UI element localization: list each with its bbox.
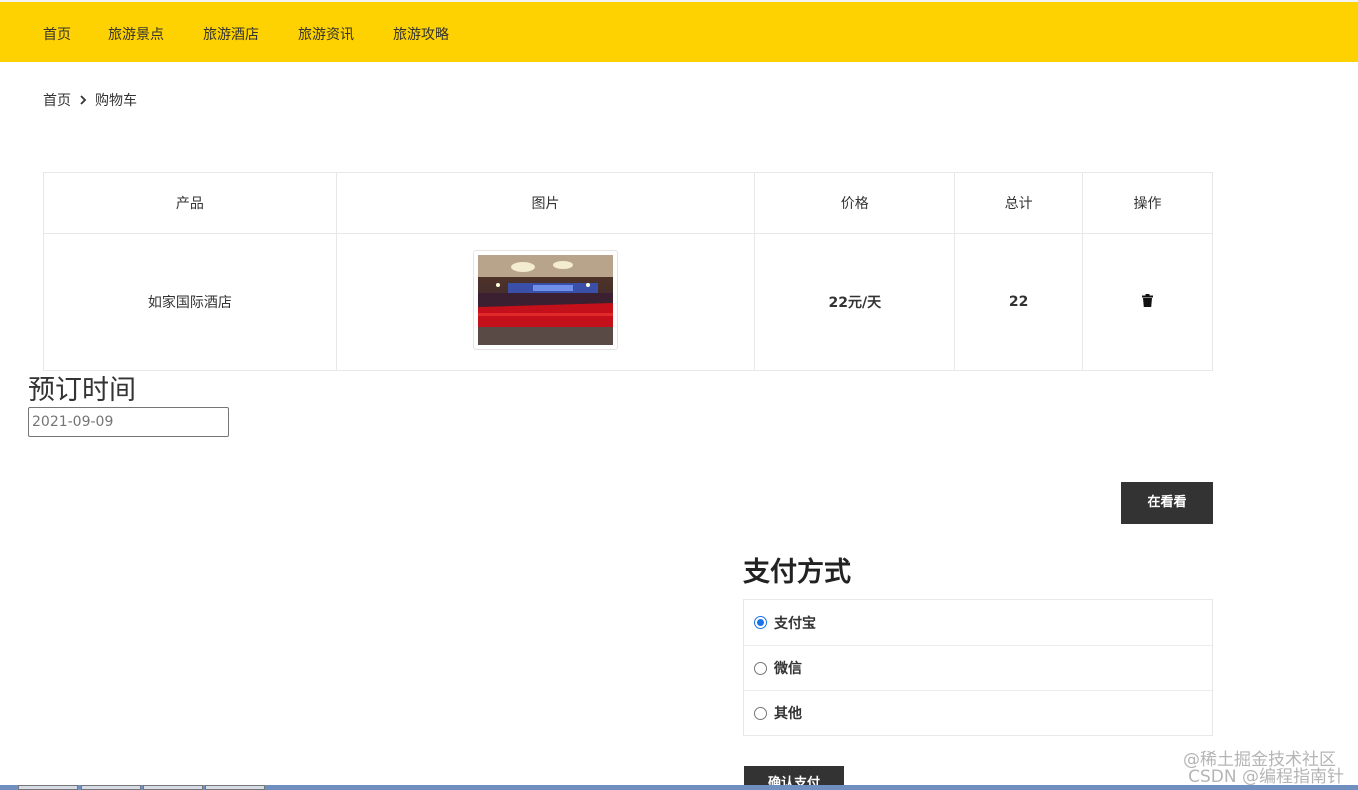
product-total: 22 — [954, 233, 1084, 371]
product-price: 22元/天 — [754, 233, 956, 371]
payment-option-wechat[interactable]: 微信 — [744, 645, 1212, 690]
payment-option-label: 其他 — [774, 706, 802, 722]
breadcrumb-home-link[interactable]: 首页 — [43, 90, 71, 110]
nav-item-news[interactable]: 旅游资讯 — [298, 24, 354, 44]
column-header-total: 总计 — [954, 172, 1084, 234]
trash-icon[interactable] — [1142, 293, 1154, 311]
booking-time-label: 预订时间 — [28, 375, 136, 406]
column-header-action: 操作 — [1082, 172, 1213, 234]
product-image-cell — [335, 233, 756, 371]
payment-options: 支付宝 微信 其他 — [743, 599, 1213, 736]
nav-item-guides[interactable]: 旅游攻略 — [393, 24, 449, 44]
payment-method-title: 支付方式 — [743, 557, 851, 588]
nav-item-home[interactable]: 首页 — [43, 24, 71, 44]
nav-item-attractions[interactable]: 旅游景点 — [108, 24, 164, 44]
radio-unchecked[interactable] — [754, 661, 767, 675]
action-cell — [1082, 233, 1213, 371]
table-row: 如家国际酒店 22元/天 22 — [43, 233, 1213, 371]
product-name: 如家国际酒店 — [43, 233, 337, 371]
chevron-right-icon — [79, 95, 87, 105]
column-header-image: 图片 — [335, 172, 756, 234]
radio-checked[interactable] — [754, 616, 767, 629]
taskbar-item[interactable] — [143, 785, 203, 790]
breadcrumb: 首页 购物车 — [43, 90, 137, 110]
top-nav-bar: 首页 旅游景点 旅游酒店 旅游资讯 旅游攻略 — [0, 0, 1358, 62]
radio-unchecked[interactable] — [754, 706, 767, 720]
taskbar-item[interactable] — [205, 785, 265, 790]
look-again-button[interactable]: 在看看 — [1121, 482, 1213, 524]
taskbar-item[interactable] — [81, 785, 141, 790]
payment-option-alipay[interactable]: 支付宝 — [744, 600, 1212, 645]
breadcrumb-current: 购物车 — [95, 93, 137, 109]
cart-table: 产品 图片 价格 总计 操作 如家国际酒店 22元/天 22 — [43, 172, 1213, 371]
hotel-ballroom-photo — [473, 250, 619, 350]
booking-date-input[interactable] — [28, 407, 229, 437]
payment-option-label: 支付宝 — [774, 615, 816, 632]
os-taskbar — [0, 785, 1358, 790]
column-header-price: 价格 — [754, 172, 956, 234]
watermark-csdn: CSDN @编程指南针 — [1188, 767, 1344, 787]
column-header-product: 产品 — [43, 172, 337, 234]
payment-option-label: 微信 — [774, 661, 802, 677]
cart-header-row: 产品 图片 价格 总计 操作 — [43, 172, 1213, 234]
nav-item-hotels[interactable]: 旅游酒店 — [203, 24, 259, 44]
payment-option-other[interactable]: 其他 — [744, 690, 1212, 735]
taskbar-item[interactable] — [18, 785, 78, 790]
